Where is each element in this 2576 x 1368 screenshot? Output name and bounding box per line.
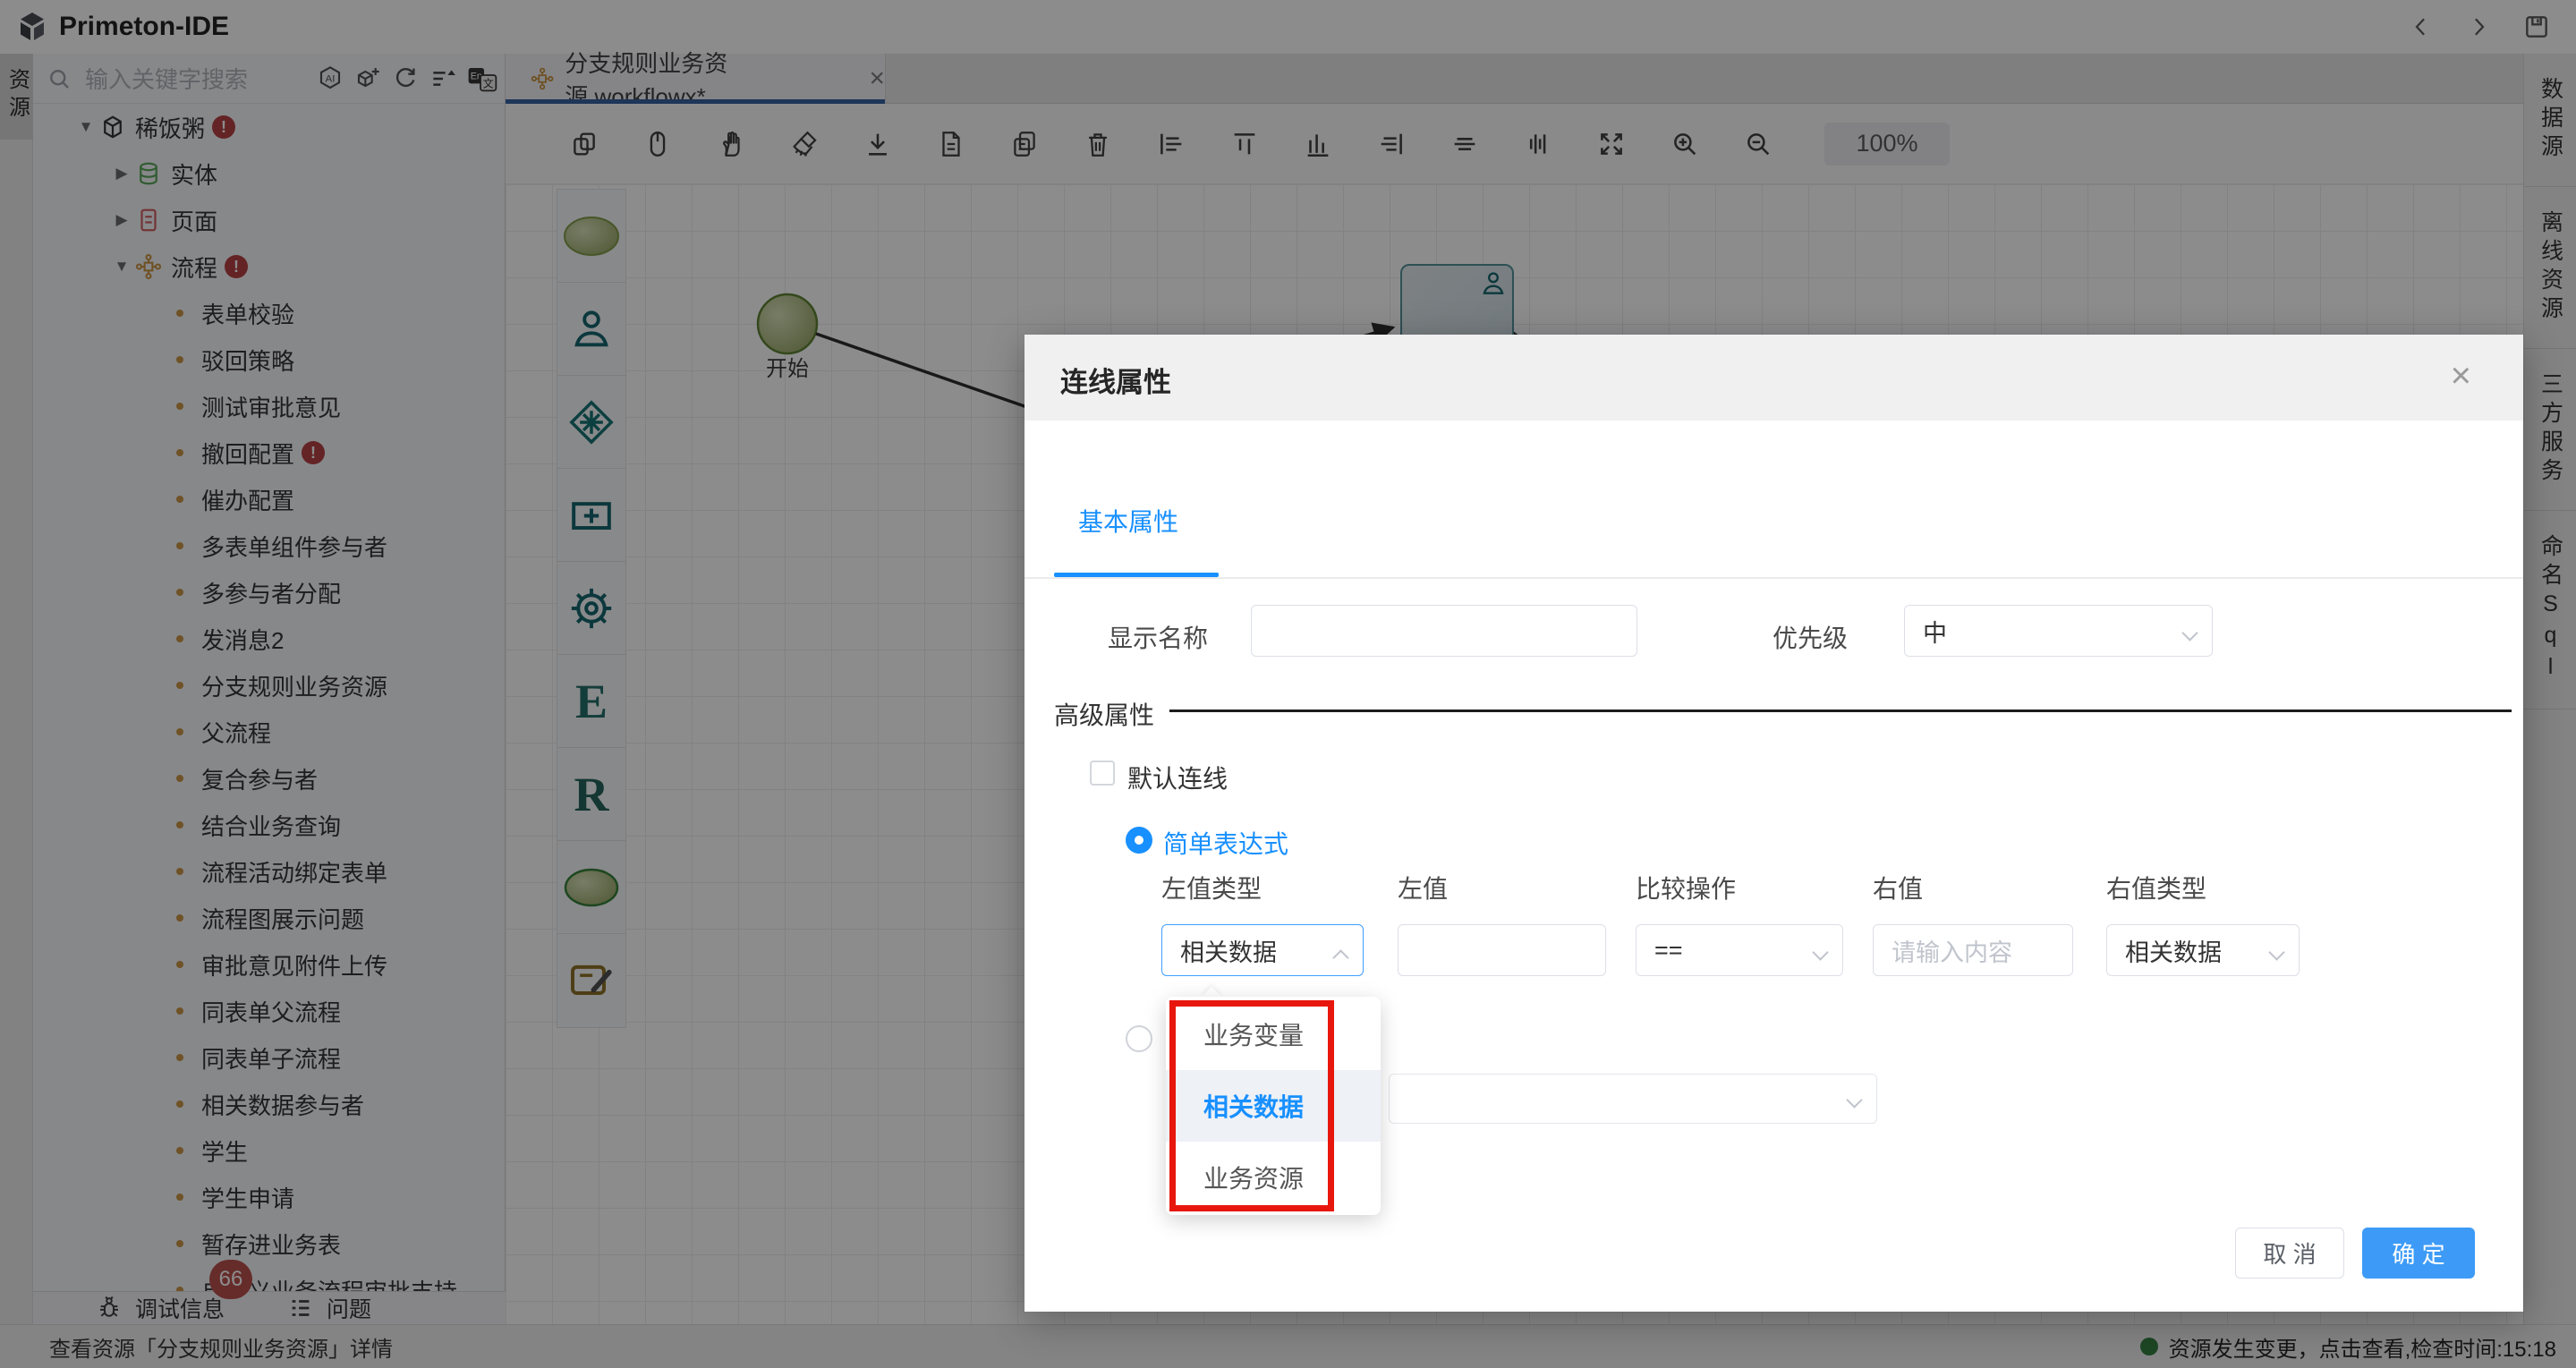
cancel-button[interactable]: 取 消 <box>2235 1228 2344 1279</box>
right-type-label: 右值类型 <box>2106 875 2207 903</box>
chevron-up-icon <box>1332 949 1349 966</box>
expression-select[interactable] <box>1389 1074 1877 1124</box>
simple-expression-label: 简单表达式 <box>1163 830 1289 858</box>
display-name-input[interactable] <box>1251 605 1637 657</box>
simple-expression-radio[interactable] <box>1126 827 1152 854</box>
operator-label: 比较操作 <box>1636 875 1737 903</box>
second-expression-radio[interactable] <box>1126 1025 1152 1052</box>
operator-select[interactable]: == <box>1636 924 1843 976</box>
left-type-select[interactable]: 相关数据 <box>1161 924 1364 976</box>
left-value-label: 左值 <box>1398 875 1449 903</box>
right-type-select[interactable]: 相关数据 <box>2106 924 2300 976</box>
annotation-highlight-box <box>1169 1000 1334 1211</box>
right-value-label: 右值 <box>1873 875 1924 903</box>
dialog-close-icon[interactable] <box>2451 358 2471 394</box>
left-type-label: 左值类型 <box>1161 875 1262 903</box>
priority-label: 优先级 <box>1772 625 1848 652</box>
chevron-down-icon <box>2181 625 2198 642</box>
chevron-down-icon <box>1846 1092 1863 1109</box>
dialog-title: 连线属性 <box>1060 367 1171 398</box>
confirm-button[interactable]: 确 定 <box>2362 1228 2475 1279</box>
advanced-section-label: 高级属性 <box>1054 701 1155 729</box>
default-line-checkbox[interactable] <box>1090 760 1115 786</box>
chevron-down-icon <box>2268 944 2285 961</box>
chevron-down-icon <box>1812 944 1829 961</box>
dialog-header: 连线属性 <box>1024 335 2523 421</box>
priority-select[interactable]: 中 <box>1904 605 2213 657</box>
default-line-label: 默认连线 <box>1127 765 1228 793</box>
left-value-input[interactable] <box>1398 924 1606 976</box>
tab-basic-properties[interactable]: 基本属性 <box>1078 503 1178 539</box>
section-divider <box>1169 709 2512 712</box>
display-name-label: 显示名称 <box>1107 625 1208 652</box>
right-value-input[interactable]: 请输入内容 <box>1873 924 2073 976</box>
